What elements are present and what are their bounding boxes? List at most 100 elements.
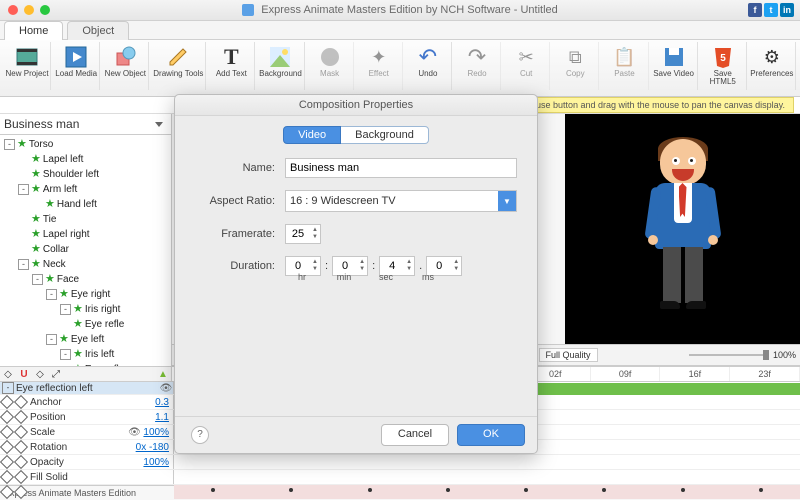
linkedin-icon[interactable]: in bbox=[780, 3, 794, 17]
cancel-button[interactable]: Cancel bbox=[381, 424, 449, 446]
frame-label: 09f bbox=[591, 367, 661, 381]
new-object-button[interactable]: New Object bbox=[102, 42, 149, 90]
frame-label: 23f bbox=[730, 367, 800, 381]
framerate-input[interactable] bbox=[286, 227, 310, 241]
tab-home[interactable]: Home bbox=[4, 21, 63, 40]
dialog-title: Composition Properties bbox=[175, 95, 537, 116]
clipboard-icon: 📋 bbox=[611, 44, 637, 70]
zoom-slider[interactable] bbox=[689, 354, 769, 356]
tree-node[interactable]: ★Hand left bbox=[0, 197, 171, 212]
media-icon bbox=[63, 44, 89, 70]
name-input[interactable] bbox=[285, 158, 517, 178]
tree-node[interactable]: -★Neck bbox=[0, 257, 171, 272]
zoom-tl-icon[interactable]: ⤢ bbox=[48, 367, 64, 381]
preview-canvas[interactable] bbox=[565, 114, 800, 344]
tree-node[interactable]: ★Eye refle bbox=[0, 317, 171, 332]
tree-node[interactable]: -★Face bbox=[0, 272, 171, 287]
add-keyframe-icon[interactable]: ▲ bbox=[155, 367, 171, 381]
tree-node[interactable]: ★Tie bbox=[0, 212, 171, 227]
tree-node[interactable]: -★Arm left bbox=[0, 182, 171, 197]
window-controls[interactable] bbox=[8, 5, 50, 15]
dialog-tabs: Video Background bbox=[175, 126, 537, 144]
redo-icon: ↷ bbox=[464, 44, 490, 70]
window-title: Express Animate Masters Edition by NCH S… bbox=[0, 4, 800, 16]
unit-ms: ms bbox=[411, 272, 445, 282]
load-media-button[interactable]: Load Media bbox=[53, 42, 100, 90]
tree-node[interactable]: -★Iris right bbox=[0, 302, 171, 317]
redo-button[interactable]: ↷Redo bbox=[454, 42, 501, 90]
preferences-button[interactable]: ⚙Preferences bbox=[749, 42, 796, 90]
magnet-icon[interactable]: U bbox=[16, 367, 32, 381]
next-keyframe-icon[interactable]: ◇ bbox=[32, 367, 48, 381]
social-links: f t in bbox=[748, 3, 794, 17]
tab-background[interactable]: Background bbox=[341, 126, 429, 144]
chevron-down-icon: ▼ bbox=[498, 191, 516, 211]
tree-node[interactable]: -★Eye left bbox=[0, 332, 171, 347]
tree-node[interactable]: ★Shoulder left bbox=[0, 167, 171, 182]
property-row[interactable]: Fill Solid bbox=[0, 470, 800, 485]
label-duration: Duration: bbox=[195, 260, 275, 272]
property-row[interactable]: Opacity100% bbox=[0, 455, 800, 470]
drawing-tools-button[interactable]: Drawing Tools bbox=[151, 42, 206, 90]
tree-node[interactable]: ★Collar bbox=[0, 242, 171, 257]
gear-icon: ⚙ bbox=[759, 44, 785, 70]
maximize-icon[interactable] bbox=[40, 5, 50, 15]
scissors-icon: ✂ bbox=[513, 44, 539, 70]
shape-icon bbox=[112, 44, 138, 70]
ok-button[interactable]: OK bbox=[457, 424, 525, 446]
dialog-footer: ? Cancel OK bbox=[175, 416, 537, 453]
undo-icon: ↶ bbox=[415, 44, 441, 70]
label-name: Name: bbox=[195, 162, 275, 174]
effect-button[interactable]: ✦Effect bbox=[356, 42, 403, 90]
spinner-arrows-icon[interactable]: ▲▼ bbox=[310, 227, 320, 241]
frame-label: 16f bbox=[660, 367, 730, 381]
copy-button[interactable]: ⧉Copy bbox=[552, 42, 599, 90]
tree-node[interactable]: ★Lapel left bbox=[0, 152, 171, 167]
undo-button[interactable]: ↶Undo bbox=[405, 42, 452, 90]
framerate-spinner[interactable]: ▲▼ bbox=[285, 224, 321, 244]
chevron-down-icon bbox=[155, 122, 163, 127]
visibility-icon[interactable]: 👁 bbox=[159, 383, 173, 394]
timeline-toolbar: ◇ U ◇ ⤢ ▲ bbox=[0, 367, 172, 381]
zoom-control[interactable]: 100% bbox=[598, 350, 800, 360]
new-project-button[interactable]: New Project bbox=[4, 42, 51, 90]
mask-button[interactable]: Mask bbox=[307, 42, 354, 90]
unit-sec: sec bbox=[369, 272, 403, 282]
disk-icon bbox=[661, 44, 687, 70]
background-icon bbox=[267, 44, 293, 70]
composition-selector[interactable]: Business man bbox=[0, 114, 171, 135]
save-html5-button[interactable]: 5Save HTML5 bbox=[700, 42, 747, 90]
paste-button[interactable]: 📋Paste bbox=[601, 42, 648, 90]
facebook-icon[interactable]: f bbox=[748, 3, 762, 17]
tree-node[interactable]: -★Torso bbox=[0, 137, 171, 152]
quality-select[interactable]: Full Quality bbox=[539, 348, 598, 362]
film-icon bbox=[14, 44, 40, 70]
prev-keyframe-icon[interactable]: ◇ bbox=[0, 367, 16, 381]
ribbon-tabs: Home Object bbox=[0, 21, 800, 40]
svg-text:5: 5 bbox=[720, 53, 726, 64]
background-button[interactable]: Background bbox=[257, 42, 304, 90]
copy-icon: ⧉ bbox=[562, 44, 588, 70]
tree-node[interactable]: -★Iris left bbox=[0, 347, 171, 362]
tree-node[interactable]: -★Eye right bbox=[0, 287, 171, 302]
tree-node[interactable]: ★Lapel right bbox=[0, 227, 171, 242]
cut-button[interactable]: ✂Cut bbox=[503, 42, 550, 90]
aspect-ratio-select[interactable]: 16 : 9 Widescreen TV ▼ bbox=[285, 190, 517, 212]
character-businessman bbox=[638, 139, 728, 319]
help-icon[interactable]: ? bbox=[191, 426, 209, 444]
object-tree-panel: Business man -★Torso★Lapel left★Shoulder… bbox=[0, 114, 172, 366]
composition-properties-dialog: Composition Properties Video Background … bbox=[174, 94, 538, 454]
object-tree[interactable]: -★Torso★Lapel left★Shoulder left-★Arm le… bbox=[0, 135, 171, 366]
close-icon[interactable] bbox=[8, 5, 18, 15]
add-text-button[interactable]: TAdd Text bbox=[208, 42, 255, 90]
toolbar: New Project Load Media New Object Drawin… bbox=[0, 40, 800, 97]
app-icon bbox=[242, 4, 254, 16]
save-video-button[interactable]: Save Video bbox=[651, 42, 698, 90]
tab-object[interactable]: Object bbox=[67, 21, 129, 40]
html5-icon: 5 bbox=[710, 44, 736, 70]
tab-video[interactable]: Video bbox=[283, 126, 341, 144]
zoom-value: 100% bbox=[773, 350, 796, 360]
twitter-icon[interactable]: t bbox=[764, 3, 778, 17]
mask-icon bbox=[317, 44, 343, 70]
minimize-icon[interactable] bbox=[24, 5, 34, 15]
